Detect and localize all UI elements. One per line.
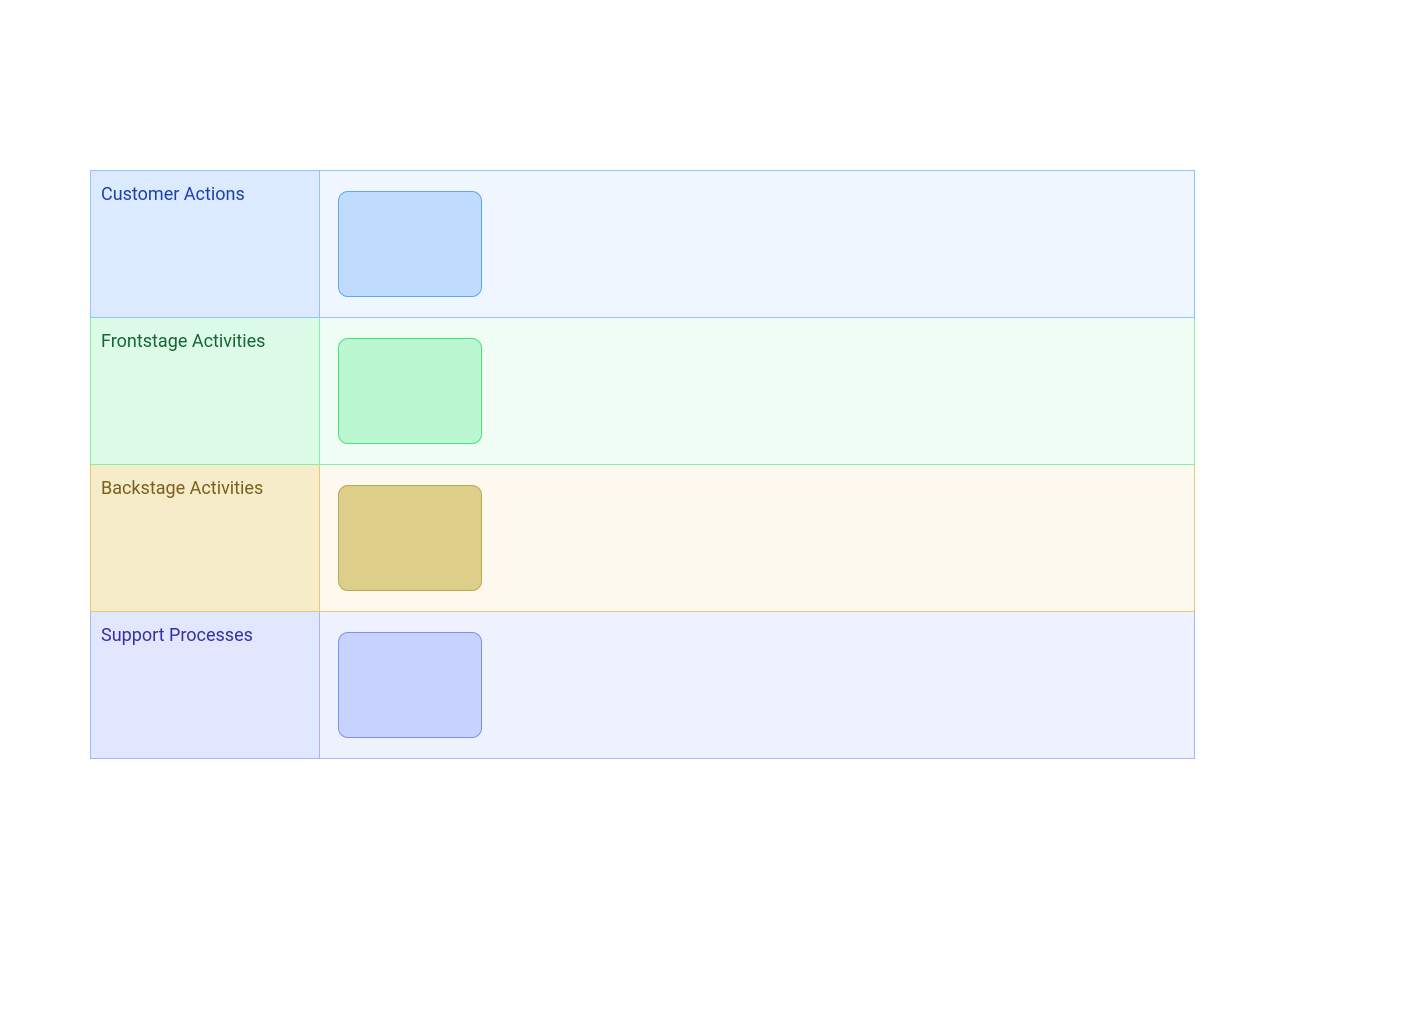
lane-label-backstage-activities: Backstage Activities	[90, 465, 320, 612]
lane-customer-actions: Customer Actions	[90, 170, 1195, 318]
lane-backstage-activities: Backstage Activities	[90, 465, 1195, 612]
lane-content-frontstage-activities[interactable]	[320, 318, 1195, 465]
lane-content-customer-actions[interactable]	[320, 170, 1195, 318]
activity-box-customer[interactable]	[338, 191, 482, 297]
activity-box-support[interactable]	[338, 632, 482, 738]
activity-box-frontstage[interactable]	[338, 338, 482, 444]
lane-frontstage-activities: Frontstage Activities	[90, 318, 1195, 465]
activity-box-backstage[interactable]	[338, 485, 482, 591]
lane-label-support-processes: Support Processes	[90, 612, 320, 759]
lane-label-customer-actions: Customer Actions	[90, 170, 320, 318]
lane-content-support-processes[interactable]	[320, 612, 1195, 759]
lane-support-processes: Support Processes	[90, 612, 1195, 759]
service-blueprint: Customer Actions Frontstage Activities B…	[90, 170, 1195, 759]
lane-label-frontstage-activities: Frontstage Activities	[90, 318, 320, 465]
lane-content-backstage-activities[interactable]	[320, 465, 1195, 612]
